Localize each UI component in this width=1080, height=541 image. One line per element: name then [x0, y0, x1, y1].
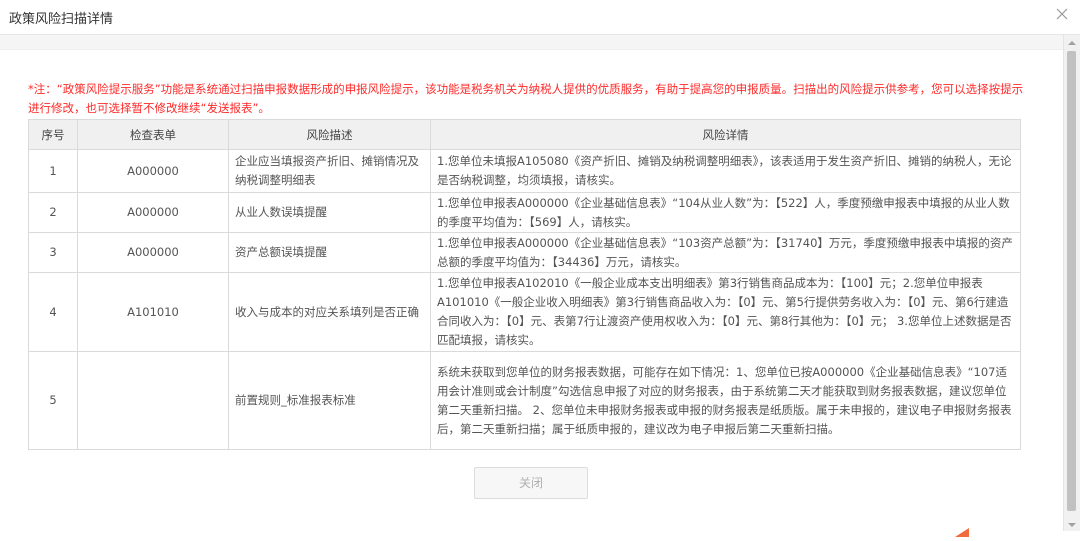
header-desc: 风险描述 [228, 119, 431, 150]
row-detail: 1.您单位申报表A000000《企业基础信息表》“103资产总额”为：【3174… [430, 232, 1021, 273]
dialog-titlebar: 政策风险扫描详情 [0, 0, 1080, 35]
dialog-title: 政策风险扫描详情 [9, 12, 114, 27]
dialog-content: *注：“政策风险提示服务”功能是系统通过扫描申报数据形成的申报风险提示，该功能是… [0, 50, 1064, 531]
notice-text: *注：“政策风险提示服务”功能是系统通过扫描申报数据形成的申报风险提示，该功能是… [28, 82, 1024, 115]
table-row: 4 A101010 收入与成本的对应关系填列是否正确 1.您单位申报表A1020… [28, 272, 1021, 352]
row-detail: 1.您单位申报表A102010《一般企业成本支出明细表》第3行销售商品成本为：【… [430, 272, 1021, 352]
row-desc: 前置规则_标准报表标准 [228, 351, 431, 450]
header-form: 检查表单 [77, 119, 229, 150]
table-header-row: 序号 检查表单 风险描述 风险详情 [28, 119, 1021, 150]
risk-table: 序号 检查表单 风险描述 风险详情 1 A000000 企业应当填报资产折旧、摊… [28, 119, 1021, 450]
row-index: 1 [28, 149, 78, 193]
content-header-strip [0, 35, 1064, 50]
header-index: 序号 [28, 119, 78, 150]
table-row: 5 前置规则_标准报表标准 系统未获取到您单位的财务报表数据，可能存在如下情况：… [28, 351, 1021, 450]
row-index: 4 [28, 272, 78, 352]
corner-accent-icon [955, 522, 969, 537]
row-form: A000000 [77, 149, 229, 193]
scroll-up-arrow-icon[interactable] [1064, 35, 1080, 49]
policy-risk-scan-dialog: 政策风险扫描详情 *注：“政策风险提示服务”功能是系统通过扫描申报数据形成的申报… [0, 0, 1080, 537]
row-form: A101010 [77, 272, 229, 352]
row-desc: 从业人数误填提醒 [228, 192, 431, 233]
row-form [77, 351, 229, 450]
row-form: A000000 [77, 232, 229, 273]
scrollbar-thumb[interactable] [1067, 51, 1076, 511]
row-form: A000000 [77, 192, 229, 233]
table-row: 2 A000000 从业人数误填提醒 1.您单位申报表A000000《企业基础信… [28, 192, 1021, 233]
row-desc: 收入与成本的对应关系填列是否正确 [228, 272, 431, 352]
scroll-down-arrow-icon[interactable] [1064, 517, 1080, 531]
row-detail: 1.您单位申报表A000000《企业基础信息表》“104从业人数”为：【522】… [430, 192, 1021, 233]
close-button[interactable]: 关闭 [474, 467, 588, 499]
row-desc: 企业应当填报资产折旧、摊销情况及纳税调整明细表 [228, 149, 431, 193]
vertical-scrollbar[interactable] [1063, 35, 1080, 531]
row-index: 5 [28, 351, 78, 450]
row-index: 3 [28, 232, 78, 273]
row-detail: 1.您单位未填报A105080《资产折旧、摊销及纳税调整明细表》，该表适用于发生… [430, 149, 1021, 193]
header-detail: 风险详情 [430, 119, 1021, 150]
row-desc: 资产总额误填提醒 [228, 232, 431, 273]
close-icon[interactable] [1054, 6, 1070, 22]
row-detail: 系统未获取到您单位的财务报表数据，可能存在如下情况：1、您单位已按A000000… [430, 351, 1021, 450]
row-index: 2 [28, 192, 78, 233]
table-row: 3 A000000 资产总额误填提醒 1.您单位申报表A000000《企业基础信… [28, 232, 1021, 273]
table-row: 1 A000000 企业应当填报资产折旧、摊销情况及纳税调整明细表 1.您单位未… [28, 149, 1021, 193]
